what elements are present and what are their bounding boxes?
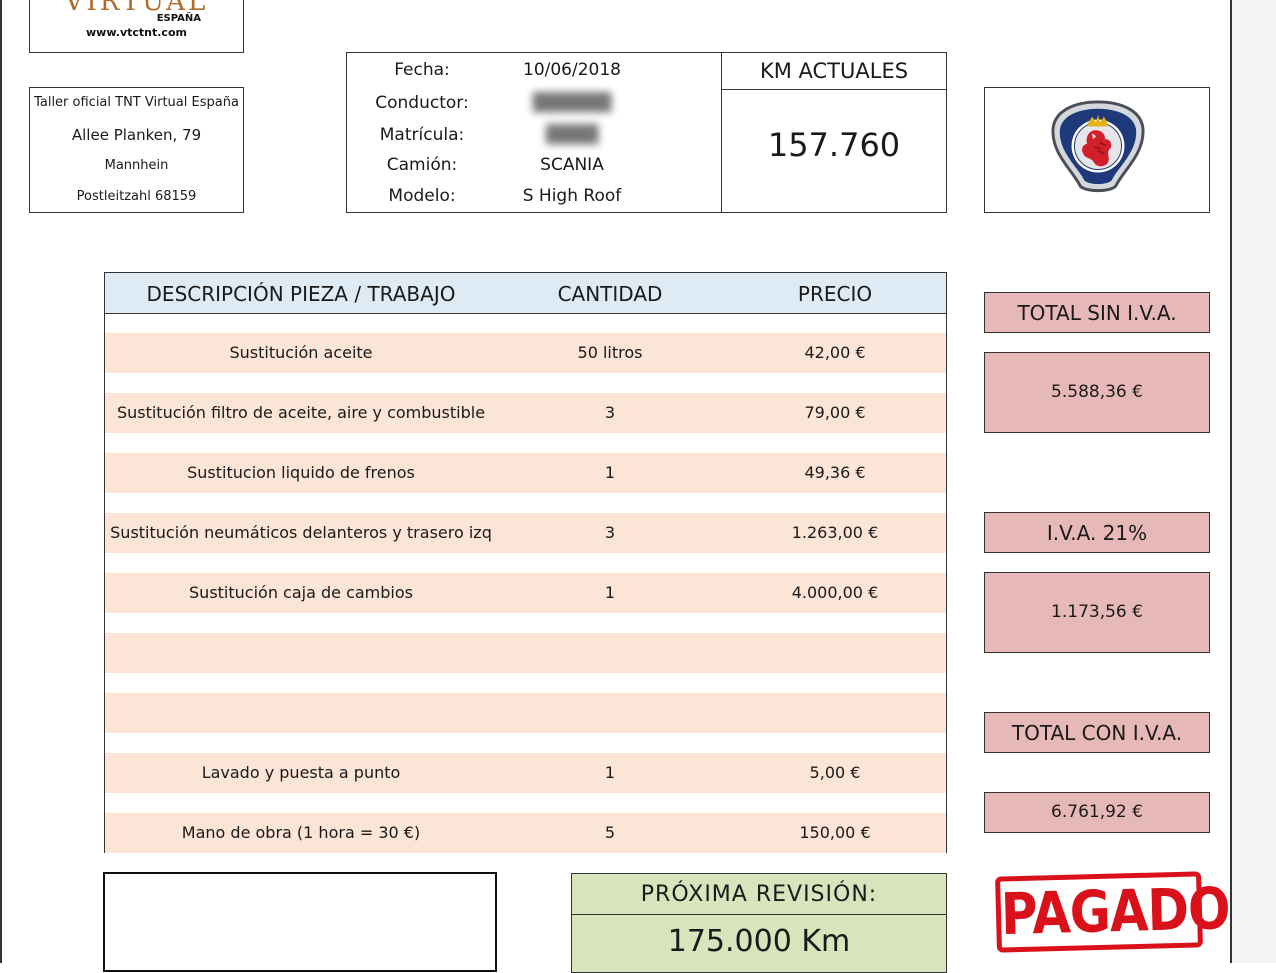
row-desc: Sustitución neumáticos delanteros y tras… — [110, 523, 492, 542]
row-qty: 3 — [604, 403, 616, 422]
row-desc: Sustitución filtro de aceite, aire y com… — [116, 403, 486, 422]
matricula-label: Matrícula: — [379, 125, 465, 145]
table-row: Sustitucion liquido de frenos 1 49,36 € — [105, 453, 946, 493]
table-row: Sustitución neumáticos delanteros y tras… — [105, 513, 946, 553]
notes-box — [103, 872, 497, 972]
row-price: 5,00 € — [809, 763, 861, 782]
row-desc: Lavado y puesta a punto — [201, 763, 401, 782]
km-value: 157.760 — [767, 126, 901, 164]
next-revision-title: PRÓXIMA REVISIÓN: — [572, 874, 946, 915]
row-qty: 3 — [604, 523, 616, 542]
table-row — [105, 693, 946, 733]
km-title: KM ACTUALES — [722, 53, 946, 90]
row-qty: 50 litros — [577, 343, 643, 362]
scania-griffin-icon — [1051, 100, 1145, 193]
matricula-value: ████ — [545, 125, 599, 145]
workshop-postal: Postleitzahl 68159 — [76, 189, 197, 204]
total-sin-iva-value: 5.588,36 € — [984, 352, 1210, 433]
modelo-value: S High Roof — [522, 186, 622, 206]
logo-url: www.vtctnt.com — [86, 26, 187, 39]
vehicle-info: Fecha: 10/06/2018 Conductor: ██████ Matr… — [346, 52, 723, 213]
parts-table: DESCRIPCIÓN PIEZA / TRABAJO CANTIDAD PRE… — [104, 272, 947, 853]
row-desc: Sustitucion liquido de frenos — [187, 463, 415, 482]
row-desc: Sustitución caja de cambios — [189, 583, 413, 602]
logo-word: VIRTUAL — [64, 0, 209, 17]
workshop-city: Mannhein — [104, 158, 169, 173]
iva-value: 1.173,56 € — [984, 572, 1210, 653]
workshop-address: Taller oficial TNT Virtual España Allee … — [29, 87, 244, 213]
workshop-street: Allee Planken, 79 — [71, 126, 202, 144]
table-row: Sustitución caja de cambios 1 4.000,00 € — [105, 573, 946, 613]
iva-label: I.V.A. 21% — [984, 512, 1210, 553]
total-sin-iva-label: TOTAL SIN I.V.A. — [984, 292, 1210, 333]
row-price: 42,00 € — [804, 343, 866, 362]
company-logo: VIRTUAL ESPAÑA www.vtctnt.com — [29, 0, 244, 53]
table-row: Mano de obra (1 hora = 30 €) 5 150,00 € — [105, 813, 946, 853]
row-price: 150,00 € — [799, 823, 871, 842]
fecha-value: 10/06/2018 — [523, 60, 621, 80]
row-price: 1.263,00 € — [791, 523, 879, 542]
row-price: 4.000,00 € — [791, 583, 879, 602]
table-row: Sustitución aceite 50 litros 42,00 € — [105, 333, 946, 373]
sheet-border-left — [0, 0, 2, 963]
total-con-iva-label: TOTAL CON I.V.A. — [984, 712, 1210, 753]
table-row: Sustitución filtro de aceite, aire y com… — [105, 393, 946, 433]
next-revision-panel: PRÓXIMA REVISIÓN: 175.000 Km — [571, 873, 947, 973]
header-price: PRECIO — [797, 282, 873, 306]
conductor-label: Conductor: — [375, 93, 469, 113]
row-desc: Sustitución aceite — [229, 343, 373, 362]
camion-value: SCANIA — [540, 155, 604, 175]
conductor-value: ██████ — [532, 93, 612, 113]
table-header: DESCRIPCIÓN PIEZA / TRABAJO CANTIDAD PRE… — [105, 273, 946, 314]
logo-subtitle: ESPAÑA — [156, 13, 201, 24]
table-row: Lavado y puesta a punto 1 5,00 € — [105, 753, 946, 793]
table-row — [105, 633, 946, 673]
modelo-label: Modelo: — [388, 186, 456, 206]
row-desc: Mano de obra (1 hora = 30 €) — [181, 823, 421, 842]
total-con-iva-value: 6.761,92 € — [984, 792, 1210, 833]
km-panel: KM ACTUALES 157.760 — [721, 52, 947, 213]
sheet-gutter — [1232, 0, 1276, 963]
header-desc: DESCRIPCIÓN PIEZA / TRABAJO — [146, 282, 456, 306]
camion-label: Camión: — [386, 155, 458, 175]
fecha-label: Fecha: — [394, 60, 450, 80]
row-qty: 5 — [604, 823, 616, 842]
paid-stamp: PAGADO — [995, 871, 1230, 953]
row-qty: 1 — [604, 763, 616, 782]
brand-logo-panel — [984, 87, 1210, 213]
next-revision-value: 175.000 Km — [667, 924, 851, 959]
row-qty: 1 — [604, 463, 616, 482]
row-qty: 1 — [604, 583, 616, 602]
row-price: 79,00 € — [804, 403, 866, 422]
paid-stamp-text: PAGADO — [1000, 875, 1231, 948]
row-price: 49,36 € — [804, 463, 866, 482]
header-qty: CANTIDAD — [557, 282, 663, 306]
workshop-name: Taller oficial TNT Virtual España — [34, 95, 239, 110]
